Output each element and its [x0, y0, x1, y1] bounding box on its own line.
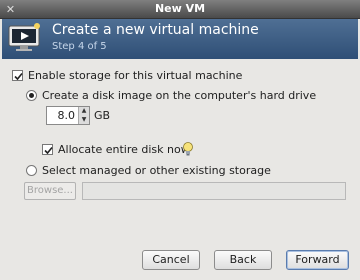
title-bar: ✕ New VM: [0, 0, 360, 19]
size-unit-label: GB: [94, 109, 111, 122]
wizard-heading: Create a new virtual machine: [52, 22, 259, 38]
allocate-label: Allocate entire disk now: [58, 143, 190, 156]
lightbulb-icon: [183, 142, 193, 156]
enable-storage-checkbox[interactable]: [12, 70, 23, 81]
wizard-header: Create a new virtual machine Step 4 of 5: [2, 19, 358, 59]
wizard-step: Step 4 of 5: [52, 41, 107, 52]
create-image-row[interactable]: Create a disk image on the computer's ha…: [26, 89, 316, 102]
spin-up-icon[interactable]: ▲: [79, 107, 89, 116]
existing-storage-label: Select managed or other existing storage: [42, 164, 271, 177]
allocate-checkbox[interactable]: [42, 144, 53, 155]
browse-button[interactable]: Browse...: [24, 182, 76, 200]
cancel-button[interactable]: Cancel: [142, 250, 200, 270]
existing-storage-radio[interactable]: [26, 165, 37, 176]
check-icon: [44, 146, 53, 155]
vm-monitor-icon: [8, 23, 40, 51]
forward-button[interactable]: Forward: [286, 250, 349, 270]
spinner-arrows[interactable]: ▲ ▼: [78, 107, 89, 124]
size-unit: GB: [94, 109, 110, 122]
existing-storage-row[interactable]: Select managed or other existing storage: [26, 164, 271, 177]
enable-storage-row[interactable]: Enable storage for this virtual machine: [12, 69, 242, 82]
allocate-row[interactable]: Allocate entire disk now: [42, 143, 190, 156]
back-button[interactable]: Back: [214, 250, 272, 270]
spin-down-icon[interactable]: ▼: [79, 116, 89, 125]
storage-path-input[interactable]: [82, 182, 346, 200]
create-image-label: Create a disk image on the computer's ha…: [42, 89, 317, 102]
window-title: New VM: [154, 2, 206, 15]
create-image-radio[interactable]: [26, 90, 37, 101]
new-vm-dialog: ✕ New VM Create a new virtual machine St…: [0, 0, 360, 280]
enable-storage-label: Enable storage for this virtual machine: [28, 69, 243, 82]
disk-size-spinner[interactable]: 8.0 ▲ ▼: [46, 106, 90, 125]
disk-size-value[interactable]: 8.0: [47, 107, 78, 124]
check-icon: [14, 72, 23, 81]
